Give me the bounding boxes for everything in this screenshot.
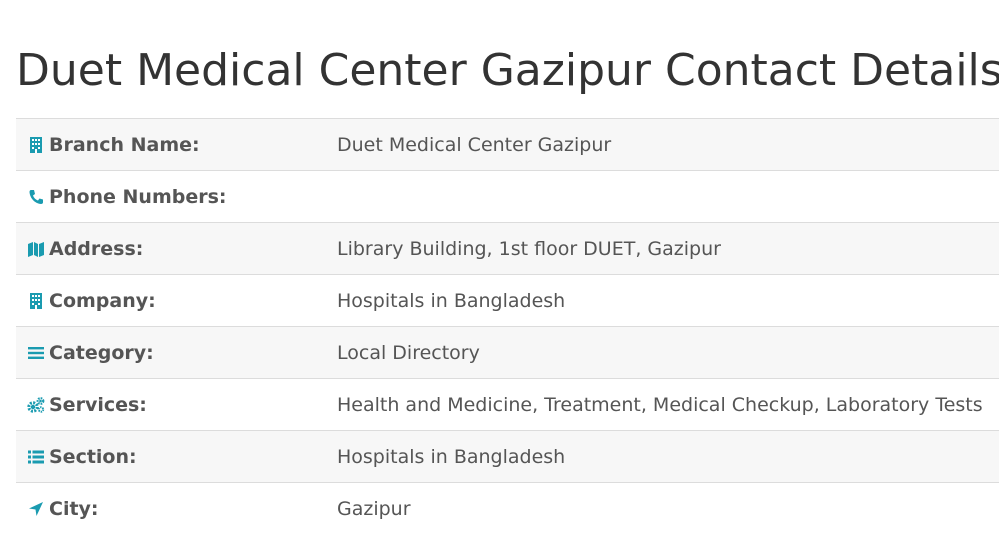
address-label: Address: [49, 237, 144, 260]
phone-icon [27, 188, 45, 206]
table-row: Branch Name: Duet Medical Center Gazipur [16, 118, 999, 171]
row-label-cell: City: [16, 482, 320, 535]
category-label: Category: [49, 341, 154, 364]
row-label-cell: Company: [16, 274, 320, 327]
location-arrow-icon [27, 500, 45, 518]
branch-name-label: Branch Name: [49, 133, 200, 156]
phone-numbers-value [320, 170, 999, 223]
contact-details-table: Branch Name: Duet Medical Center Gazipur… [16, 118, 999, 535]
section-label: Section: [49, 445, 137, 468]
gears-icon [27, 396, 45, 414]
address-value: Library Building, 1st floor DUET, Gazipu… [320, 222, 999, 275]
building-icon [27, 136, 45, 154]
contact-details-page: Duet Medical Center Gazipur Contact Deta… [0, 0, 999, 553]
building-icon [27, 292, 45, 310]
services-value: Health and Medicine, Treatment, Medical … [320, 378, 999, 431]
table-row: Category: Local Directory [16, 326, 999, 379]
city-value: Gazipur [320, 482, 999, 535]
bars-icon [27, 344, 45, 362]
company-value: Hospitals in Bangladesh [320, 274, 999, 327]
row-label-cell: Services: [16, 378, 320, 431]
row-label-cell: Section: [16, 430, 320, 483]
table-row: Section: Hospitals in Bangladesh [16, 430, 999, 483]
row-label-cell: Phone Numbers: [16, 170, 320, 223]
table-row: City: Gazipur [16, 482, 999, 535]
row-label-cell: Address: [16, 222, 320, 275]
phone-numbers-label: Phone Numbers: [49, 185, 227, 208]
city-label: City: [49, 497, 99, 520]
category-value: Local Directory [320, 326, 999, 379]
branch-name-value: Duet Medical Center Gazipur [320, 118, 999, 171]
table-row: Company: Hospitals in Bangladesh [16, 274, 999, 327]
company-label: Company: [49, 289, 156, 312]
row-label-cell: Branch Name: [16, 118, 320, 171]
table-row: Address: Library Building, 1st floor DUE… [16, 222, 999, 275]
table-row: Services: Health and Medicine, Treatment… [16, 378, 999, 431]
page-title: Duet Medical Center Gazipur Contact Deta… [16, 45, 999, 96]
list-icon [27, 448, 45, 466]
services-label: Services: [49, 393, 147, 416]
section-value: Hospitals in Bangladesh [320, 430, 999, 483]
row-label-cell: Category: [16, 326, 320, 379]
table-row: Phone Numbers: [16, 170, 999, 223]
map-icon [27, 240, 45, 258]
